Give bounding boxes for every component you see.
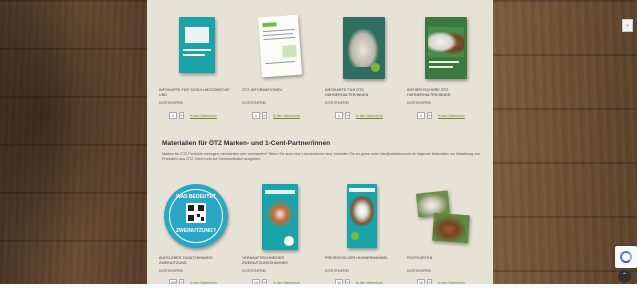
recaptcha-badge[interactable] [615, 246, 637, 268]
product-title[interactable]: ÖTZ-Informationen [242, 88, 316, 93]
main-content: Infokarte für Schulungszwecke und KOSTEN… [147, 0, 493, 288]
quantity-input[interactable]: 1 [169, 112, 177, 119]
product-card: Postkarten KOSTENFREI 10 + In den Warenk… [407, 180, 485, 288]
cover-line [429, 66, 453, 68]
cover-heading [349, 188, 375, 192]
recaptcha-icon [620, 251, 632, 263]
cover-graphic [185, 27, 209, 43]
section-heading: Materialien für ÖTZ Marken- und 1-Cent-P… [162, 140, 331, 147]
add-to-cart-link[interactable]: In den Warenkorb [438, 114, 465, 118]
product-price: KOSTENFREI [242, 269, 267, 273]
cover-line [263, 36, 296, 41]
product-card: Verkaufsschneider Zweinutzungshühner KOS… [242, 180, 320, 288]
sticker-text-top: WAS BEDEUTET [176, 194, 216, 200]
product-cover-image[interactable] [347, 184, 377, 248]
quantity-stepper: 1 + In den Warenkorb [252, 112, 300, 119]
cover-photo [266, 200, 294, 226]
product-cover-image[interactable] [262, 184, 298, 250]
cover-line [183, 49, 211, 51]
product-card: Preisschilder Hühnerwandel KOSTENFREI 10… [325, 180, 403, 288]
product-card: Infokarte für ÖTZ Hühnerhalter/innen KOS… [325, 0, 403, 125]
product-cover-image[interactable] [343, 17, 385, 79]
quantity-stepper: 1 + In den Warenkorb [417, 112, 465, 119]
product-price: KOSTENFREI [242, 101, 267, 105]
cover-photo [350, 196, 374, 226]
cover-photo [348, 29, 378, 67]
add-to-cart-link[interactable]: In den Warenkorb [356, 114, 383, 118]
section-description: Marken für ÖTZ Produkte erzeugen, verarb… [162, 152, 480, 161]
product-title[interactable]: Preisschilder Hühnerwandel [325, 256, 399, 261]
product-cover-image[interactable] [179, 17, 215, 73]
product-card: ÖTZ-Informationen KOSTENFREI 1 + In den … [242, 0, 320, 125]
product-title[interactable]: Aufkleber Zusatzhinweis Zweinutzung [159, 256, 233, 265]
cover-heading [265, 190, 295, 194]
product-title[interactable]: Infokarte für ÖTZ Hühnerhalter/innen [325, 88, 399, 97]
quantity-increment-button[interactable]: + [262, 112, 267, 119]
sticker-text-bottom: ZWEINUTZUNG? [176, 228, 216, 234]
product-card: Infokarte für Schulungszwecke und KOSTEN… [159, 0, 237, 125]
product-price: KOSTENFREI [407, 269, 432, 273]
sticker-badge-image[interactable]: WAS BEDEUTET ZWEINUTZUNG? [164, 184, 228, 248]
cover-line [262, 28, 295, 33]
quantity-increment-button[interactable]: + [427, 112, 432, 119]
product-price: KOSTENFREI [407, 101, 432, 105]
cover-line [263, 33, 294, 37]
quantity-increment-button[interactable]: + [345, 112, 350, 119]
product-title[interactable]: Infobroschüre ÖTZ Hühnerhalter/innen [407, 88, 481, 97]
wood-background-right [493, 0, 637, 288]
product-price: KOSTENFREI [159, 101, 184, 105]
product-card: Infobroschüre ÖTZ Hühnerhalter/innen KOS… [407, 0, 485, 125]
quantity-increment-button[interactable]: + [179, 112, 184, 119]
qr-code-icon [186, 203, 206, 223]
quantity-stepper: 1 + In den Warenkorb [335, 112, 383, 119]
product-title[interactable]: Infokarte für Schulungszwecke und [159, 88, 233, 97]
product-price: KOSTENFREI [159, 269, 184, 273]
product-cover-image[interactable] [425, 17, 467, 79]
product-title[interactable]: Verkaufsschneider Zweinutzungshühner [242, 256, 316, 265]
postcard-image[interactable] [432, 212, 470, 244]
cover-graphic [281, 44, 297, 58]
product-price: KOSTENFREI [325, 269, 350, 273]
cover-photo [428, 27, 464, 57]
logo-icon [371, 63, 380, 72]
cover-line [265, 60, 296, 65]
quantity-input[interactable]: 1 [417, 112, 425, 119]
logo-icon [351, 232, 359, 240]
wood-background-left [0, 0, 147, 288]
product-title[interactable]: Postkarten [407, 256, 481, 261]
quantity-input[interactable]: 1 [252, 112, 260, 119]
bottom-bar [0, 284, 637, 288]
product-price: KOSTENFREI [325, 101, 350, 105]
quantity-stepper: 1 + In den Warenkorb [169, 112, 217, 119]
product-card: WAS BEDEUTET ZWEINUTZUNG? Aufkleber Zusa… [159, 180, 237, 288]
quantity-input[interactable]: 1 [335, 112, 343, 119]
add-to-cart-link[interactable]: In den Warenkorb [190, 114, 217, 118]
scroll-to-top-button[interactable]: ⌃ [618, 270, 631, 283]
product-cover-image[interactable] [257, 14, 303, 78]
add-to-cart-link[interactable]: In den Warenkorb [273, 114, 300, 118]
cover-line [429, 61, 459, 63]
logo-icon [284, 236, 294, 246]
cover-heading [262, 22, 277, 28]
cover-line [183, 54, 205, 56]
side-panel-toggle[interactable]: » [622, 19, 633, 32]
